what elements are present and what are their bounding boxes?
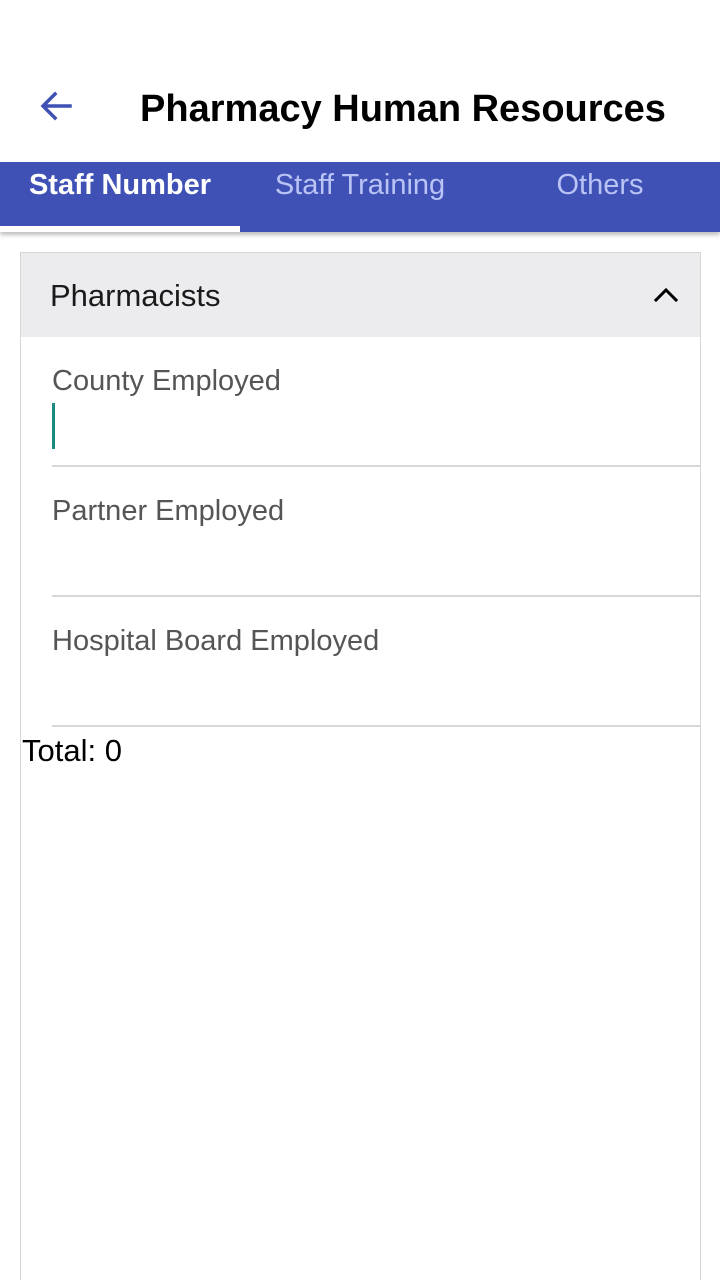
hospital-board-employed-label: Hospital Board Employed: [52, 625, 380, 657]
county-employed-input[interactable]: [52, 403, 674, 449]
screen: Pharmacy Human Resources Staff Number St…: [0, 0, 720, 1280]
active-tab-indicator: [0, 226, 240, 232]
partner-employed-input[interactable]: [52, 533, 674, 579]
tab-label: Staff Number: [28, 169, 212, 201]
hospital-board-employed-input[interactable]: [52, 663, 674, 709]
section-title: Pharmacists: [50, 278, 221, 313]
page-title: Pharmacy Human Resources: [140, 88, 666, 130]
tab-others[interactable]: Others: [480, 162, 720, 232]
tab-label: Staff Training: [274, 169, 446, 201]
text-cursor: [52, 403, 55, 449]
county-employed-label: County Employed: [52, 365, 281, 397]
tab-staff-number[interactable]: Staff Number: [0, 162, 240, 232]
county-employed-field: County Employed: [52, 337, 700, 467]
total-label: Total: 0: [22, 733, 122, 768]
chevron-up-icon[interactable]: [650, 279, 682, 311]
tab-staff-training[interactable]: Staff Training: [240, 162, 480, 232]
partner-employed-label: Partner Employed: [52, 495, 285, 527]
tab-bar: Staff Number Staff Training Others: [0, 162, 720, 232]
partner-employed-field: Partner Employed: [52, 467, 700, 597]
tab-label: Others: [556, 169, 644, 201]
status-bar: [0, 0, 720, 64]
hospital-board-employed-field: Hospital Board Employed: [52, 597, 700, 727]
pharmacists-card: Pharmacists County Employed Partner Empl…: [20, 252, 701, 1280]
pharmacists-section-header[interactable]: Pharmacists: [21, 253, 700, 337]
app-bar: Pharmacy Human Resources: [0, 64, 720, 162]
